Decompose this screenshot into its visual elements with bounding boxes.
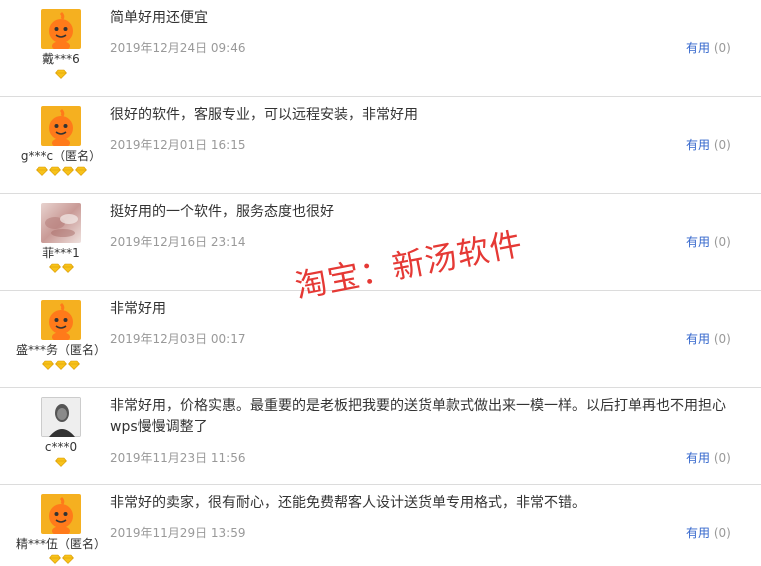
username: c***0 [44, 440, 78, 454]
diamond-icon [35, 166, 48, 176]
avatar[interactable] [41, 494, 81, 534]
review-date: 2019年12月03日 00:17 [110, 332, 246, 346]
review-date: 2019年12月24日 09:46 [110, 41, 246, 55]
review-item: c***0 非常好用，价格实惠。最重要的是老板把我要的送货单款式做出来一模一样。… [0, 388, 761, 485]
username: 戴***6 [42, 52, 80, 66]
person-avatar-icon [41, 397, 81, 437]
useful-label[interactable]: 有用 [686, 138, 710, 152]
diamond-icon [48, 166, 61, 176]
diamond-icon [61, 263, 74, 273]
review-text: 挺好用的一个软件，服务态度也很好 [110, 204, 334, 220]
buyer-rank [0, 457, 122, 469]
reviewer-info: 精***伍（匿名） [0, 494, 122, 566]
diamond-icon [55, 69, 67, 79]
useful-label[interactable]: 有用 [686, 332, 710, 346]
diamond-icon [61, 554, 74, 564]
diamond-icon [55, 457, 67, 467]
diamond-icon [42, 360, 54, 370]
useful-button[interactable]: 有用 (0) [686, 449, 731, 466]
useful-count: (0) [713, 451, 731, 465]
buyer-rank [0, 166, 122, 178]
review-item: 盛***务（匿名） 非常好用 2019年12月03日 00:17 有用 (0) [0, 291, 761, 388]
review-text: 非常好的卖家，很有耐心，还能免费帮客人设计送货单专用格式，非常不错。 [110, 495, 586, 511]
avatar[interactable] [41, 106, 81, 146]
review-date: 2019年12月16日 23:14 [110, 235, 246, 249]
useful-button[interactable]: 有用 (0) [686, 524, 731, 541]
avatar[interactable] [41, 9, 81, 49]
useful-label[interactable]: 有用 [686, 41, 710, 55]
useful-count: (0) [713, 41, 731, 55]
username: 精***伍（匿名） [15, 537, 106, 551]
mascot-avatar-icon [41, 106, 81, 146]
review-date: 2019年11月29日 13:59 [110, 526, 246, 540]
review-list: 戴***6 简单好用还便宜 2019年12月24日 09:46 有用 (0) g… [0, 0, 761, 564]
buyer-rank [0, 263, 122, 275]
useful-count: (0) [713, 235, 731, 249]
diamond-icon [48, 554, 61, 564]
review-item: 戴***6 简单好用还便宜 2019年12月24日 09:46 有用 (0) [0, 0, 761, 97]
useful-count: (0) [713, 526, 731, 540]
mascot-avatar-icon [41, 9, 81, 49]
avatar[interactable] [41, 300, 81, 340]
useful-count: (0) [713, 138, 731, 152]
review-item: g***c（匿名） 很好的软件，客服专业，可以远程安装，非常好用 2019年12… [0, 97, 761, 194]
username: 菲***1 [42, 246, 80, 260]
reviewer-info: 戴***6 [0, 9, 122, 81]
buyer-rank [0, 554, 122, 566]
username: g***c（匿名） [20, 149, 102, 163]
avatar[interactable] [41, 397, 81, 437]
reviewer-info: c***0 [0, 397, 122, 469]
review-item: 精***伍（匿名） 非常好的卖家，很有耐心，还能免费帮客人设计送货单专用格式，非… [0, 485, 761, 564]
mascot-avatar-icon [41, 300, 81, 340]
reviewer-info: 盛***务（匿名） [0, 300, 122, 372]
username: 盛***务（匿名） [15, 343, 106, 357]
diamond-icon [48, 263, 61, 273]
review-item: 菲***1 挺好用的一个软件，服务态度也很好 2019年12月16日 23:14… [0, 194, 761, 291]
useful-button[interactable]: 有用 (0) [686, 39, 731, 56]
photo-avatar-icon [41, 203, 81, 243]
useful-label[interactable]: 有用 [686, 526, 710, 540]
useful-button[interactable]: 有用 (0) [686, 233, 731, 250]
buyer-rank [0, 69, 122, 81]
buyer-rank [0, 360, 122, 372]
review-text: 简单好用还便宜 [110, 10, 208, 26]
mascot-avatar-icon [41, 494, 81, 534]
useful-button[interactable]: 有用 (0) [686, 330, 731, 347]
diamond-icon [61, 166, 74, 176]
diamond-icon [74, 166, 87, 176]
diamond-icon [68, 360, 80, 370]
review-text: 很好的软件，客服专业，可以远程安装，非常好用 [110, 107, 418, 123]
diamond-icon [55, 360, 67, 370]
reviewer-info: g***c（匿名） [0, 106, 122, 178]
reviewer-info: 菲***1 [0, 203, 122, 275]
useful-button[interactable]: 有用 (0) [686, 136, 731, 153]
review-date: 2019年12月01日 16:15 [110, 138, 246, 152]
avatar[interactable] [41, 203, 81, 243]
review-date: 2019年11月23日 11:56 [110, 451, 246, 465]
useful-label[interactable]: 有用 [686, 451, 710, 465]
useful-count: (0) [713, 332, 731, 346]
review-text: 非常好用 [110, 301, 166, 317]
review-text: 非常好用，价格实惠。最重要的是老板把我要的送货单款式做出来一模一样。以后打单再也… [110, 398, 726, 435]
useful-label[interactable]: 有用 [686, 235, 710, 249]
